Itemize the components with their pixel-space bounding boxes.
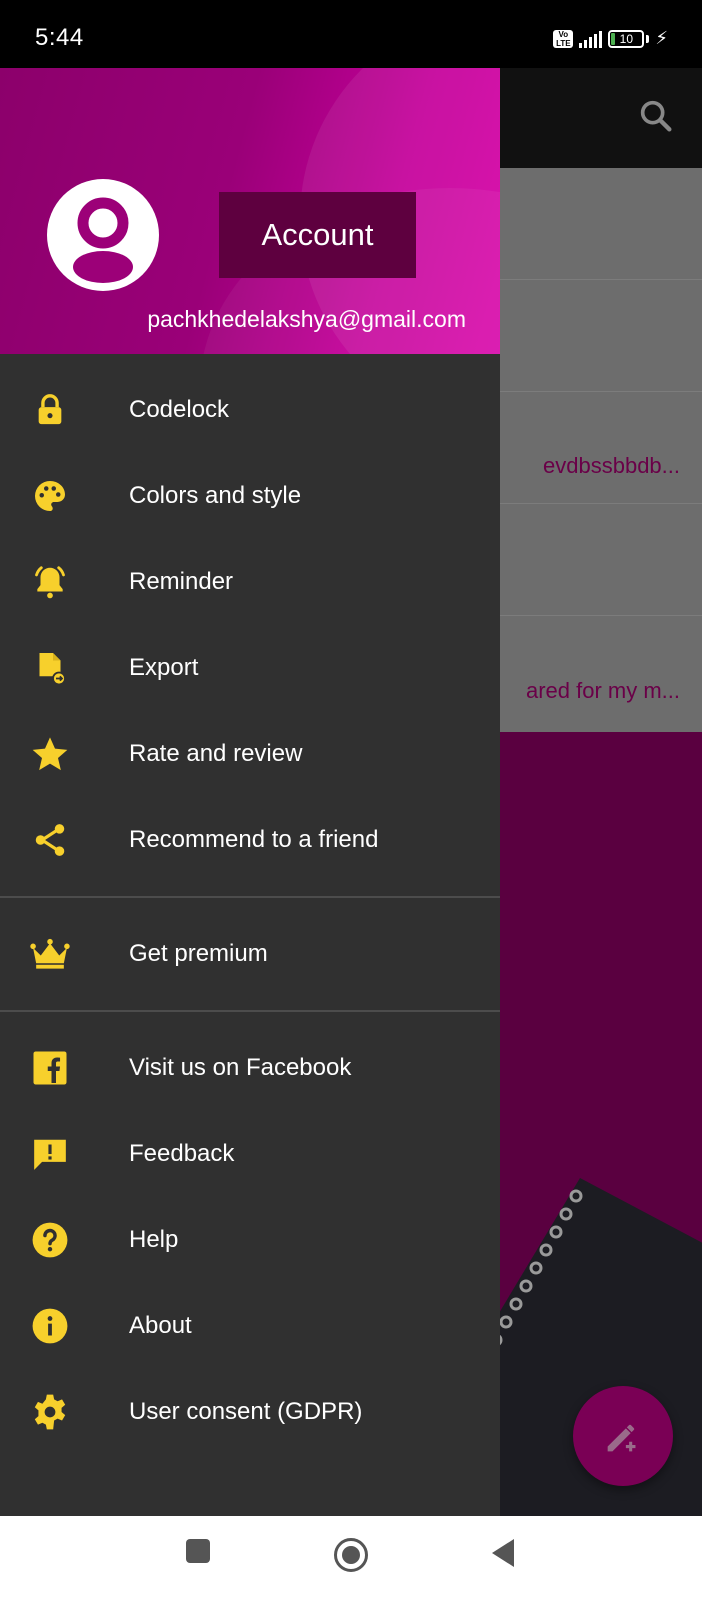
- menu-item-export[interactable]: Export: [0, 625, 500, 711]
- feedback-icon: [30, 1134, 70, 1174]
- help-icon: [30, 1220, 70, 1260]
- menu-item-reminder[interactable]: Reminder: [0, 539, 500, 625]
- menu-label: Reminder: [129, 568, 234, 595]
- bell-icon: [30, 562, 70, 602]
- crown-icon: [30, 934, 70, 974]
- menu-item-about[interactable]: About: [0, 1283, 500, 1369]
- menu-label: Feedback: [129, 1140, 235, 1167]
- system-nav-bar: [0, 1516, 702, 1600]
- drawer-header: Account pachkhedelakshya@gmail.com: [0, 68, 500, 354]
- note-preview: evdbssbbdb...: [543, 453, 680, 478]
- bolt-icon: ⚡︎: [655, 28, 668, 48]
- menu-label: Help: [129, 1226, 179, 1253]
- menu-label: Visit us on Facebook: [129, 1054, 352, 1081]
- menu-item-codelock[interactable]: Codelock: [0, 367, 500, 453]
- menu-item-feedback[interactable]: Feedback: [0, 1111, 500, 1197]
- menu-label: Codelock: [129, 396, 230, 423]
- status-time: 5:44: [35, 24, 84, 51]
- gear-icon: [30, 1392, 70, 1432]
- search-icon[interactable]: [636, 96, 676, 136]
- account-button[interactable]: Account: [219, 192, 416, 278]
- menu-item-rate-and-review[interactable]: Rate and review: [0, 711, 500, 797]
- volte-icon: Vo LTE: [553, 29, 574, 48]
- status-icons: Vo LTE 10 ⚡︎: [553, 28, 668, 49]
- menu-item-help[interactable]: Help: [0, 1197, 500, 1283]
- note-preview: ared for my m...: [525, 678, 680, 703]
- battery-icon: 10: [608, 29, 645, 48]
- recents-icon[interactable]: [185, 1538, 211, 1564]
- account-email: pachkhedelakshya@gmail.com: [147, 306, 466, 332]
- back-icon[interactable]: [490, 1538, 516, 1568]
- menu-item-get-premium[interactable]: Get premium: [0, 911, 500, 997]
- menu-label: Export: [129, 654, 199, 681]
- menu-label: About: [129, 1312, 192, 1339]
- person-icon: [73, 197, 133, 283]
- star-icon: [30, 734, 70, 774]
- lock-icon: [30, 390, 70, 430]
- avatar[interactable]: [47, 179, 159, 291]
- navigation-drawer: Account pachkhedelakshya@gmail.com Codel…: [0, 68, 500, 1516]
- home-icon[interactable]: [333, 1537, 369, 1573]
- info-icon: [30, 1306, 70, 1346]
- menu-label: Colors and style: [129, 482, 302, 509]
- signal-icon: [579, 30, 603, 48]
- menu-item-recommend[interactable]: Recommend to a friend: [0, 797, 500, 883]
- battery-level: 10: [619, 31, 634, 46]
- menu-label: Get premium: [129, 940, 268, 967]
- share-icon: [30, 820, 70, 860]
- drawer-menu-premium: Get premium: [0, 898, 500, 1010]
- menu-item-gdpr[interactable]: User consent (GDPR): [0, 1369, 500, 1455]
- drawer-menu-main: Codelock Colors and style Reminder Expor…: [0, 354, 500, 883]
- status-bar: 5:44 Vo LTE 10 ⚡︎: [0, 0, 702, 68]
- menu-item-colors-and-style[interactable]: Colors and style: [0, 453, 500, 539]
- file-export-icon: [30, 648, 70, 688]
- pencil-plus-icon: [607, 1424, 636, 1452]
- menu-label: Recommend to a friend: [129, 826, 379, 853]
- menu-label: Rate and review: [129, 740, 303, 767]
- palette-icon: [30, 476, 70, 516]
- facebook-icon: [30, 1048, 70, 1088]
- menu-item-facebook[interactable]: Visit us on Facebook: [0, 1025, 500, 1111]
- menu-label: User consent (GDPR): [129, 1398, 363, 1425]
- drawer-menu-more: Visit us on Facebook Feedback Help About…: [0, 1012, 500, 1455]
- new-note-button[interactable]: [573, 1386, 673, 1486]
